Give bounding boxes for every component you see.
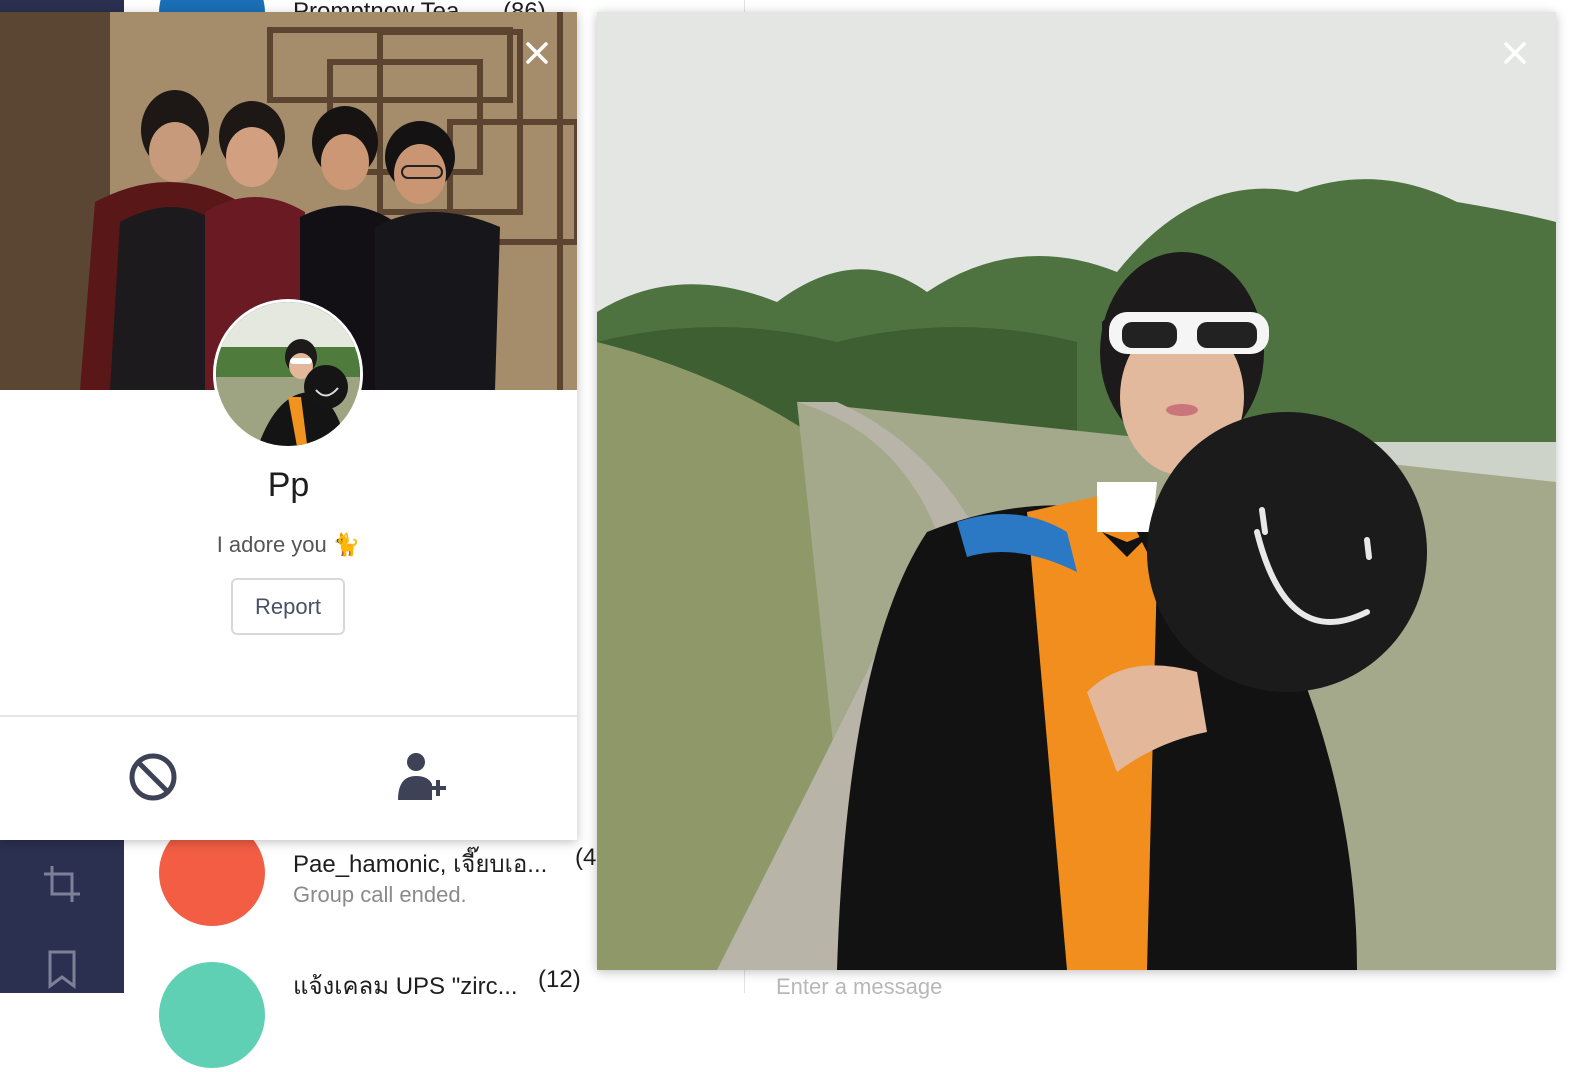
divider [0,715,577,717]
chat-unread-count: (4 [575,844,597,871]
chat-name: แจ้งเคลม UPS "zirc... [293,973,518,1000]
block-icon[interactable] [125,749,181,805]
report-button[interactable]: Report [231,578,345,635]
chat-unread-count: (12) [538,966,581,993]
chat-name: Pae_hamonic, เจี๊ยบเอ... [293,851,548,878]
photo-viewer [597,12,1556,970]
chat-preview: Group call ended. [293,882,467,907]
profile-photo [597,12,1556,970]
profile-popup: Pp I adore you 🐈 Report [0,12,577,840]
crop-icon[interactable] [40,862,84,906]
add-friend-icon[interactable] [394,748,450,804]
avatar [213,299,363,449]
profile-name: Pp [267,466,310,504]
chat-avatar [159,962,265,1068]
close-icon[interactable] [1498,36,1532,70]
message-input[interactable]: Enter a message [776,974,942,1000]
chat-item[interactable]: แจ้งเคลม UPS "zirc... (12) [124,962,596,1072]
profile-status-message: I adore you 🐈 [216,532,361,557]
bookmark-icon[interactable] [40,946,84,990]
close-icon[interactable] [520,36,554,70]
